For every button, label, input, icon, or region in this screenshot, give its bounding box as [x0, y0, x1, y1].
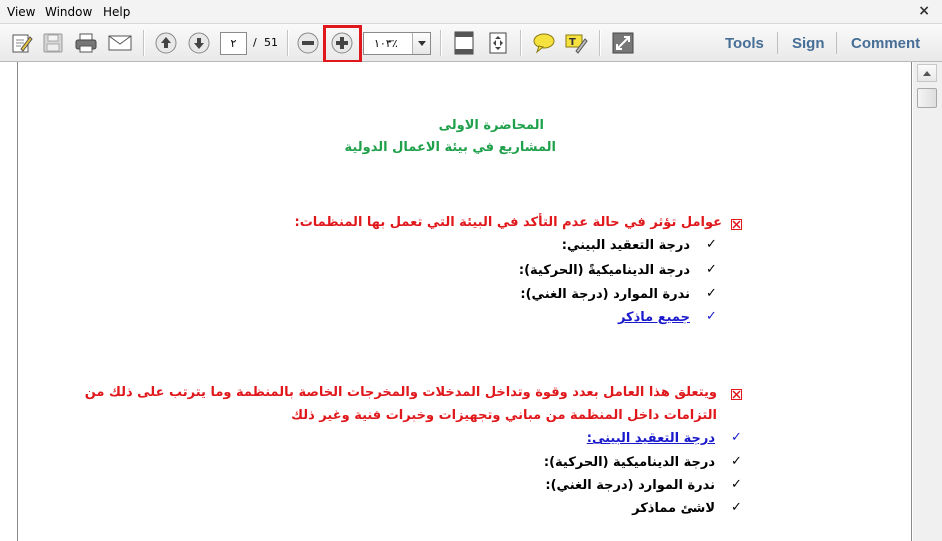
section2-heading-line1: ويتعلق هذا العامل بعدد وقوة وتداخل المدخ… — [84, 385, 717, 400]
menu-window[interactable]: Window — [45, 5, 92, 19]
print-icon[interactable] — [72, 29, 100, 57]
scroll-up-icon[interactable] — [917, 64, 937, 82]
vertical-scrollbar[interactable] — [913, 62, 942, 541]
section1-item: ندرة الموارد (درجة الغني): — [520, 287, 690, 302]
page-title: المحاضرة الاولى — [438, 118, 544, 133]
section2-item: لاشئ مماذكر — [632, 501, 715, 516]
check-icon: ✓ — [731, 500, 742, 515]
toolbar-separator — [143, 30, 144, 56]
toolbar-separator — [520, 30, 521, 56]
email-icon[interactable] — [106, 29, 134, 57]
menu-help[interactable]: Help — [103, 5, 130, 19]
page-total: 51 — [264, 36, 278, 49]
toolbar: ٢ / 51 ١٠٣٪ T Tools Sign Comment — [0, 24, 942, 62]
check-icon: ✓ — [731, 430, 742, 445]
section1-heading: عوامل تؤثر في حالة عدم التأكد في البيئة … — [294, 215, 722, 230]
check-icon: ✓ — [706, 309, 717, 324]
section2-item-link[interactable]: درجة التعقيد البينى: — [587, 431, 715, 446]
zoom-level-select[interactable]: ١٠٣٪ — [363, 32, 431, 55]
section2-item: ندرة الموارد (درجة الغني): — [545, 478, 715, 493]
chevron-down-icon[interactable] — [412, 33, 430, 54]
edit-icon[interactable] — [8, 29, 36, 57]
page-subtitle: المشاريع في بيئة الاعمال الدولية — [344, 140, 556, 155]
menu-view[interactable]: View — [7, 5, 35, 19]
fullscreen-icon[interactable] — [609, 29, 637, 57]
toolbar-separator — [836, 32, 837, 54]
save-icon[interactable] — [39, 29, 67, 57]
menu-bar: View Window Help × — [0, 0, 942, 24]
comment-button[interactable]: Comment — [851, 35, 920, 52]
bullet-box-icon — [731, 389, 742, 400]
highlight-text-icon[interactable]: T — [562, 29, 590, 57]
check-icon: ✓ — [706, 262, 717, 277]
toolbar-separator — [777, 32, 778, 54]
section1-item: درجة التعقيد البيني: — [561, 238, 690, 253]
page-separator: / — [253, 36, 257, 49]
section2-item: درجة الديناميكية (الحركية): — [543, 455, 715, 470]
section1-item-link[interactable]: جميع ماذكر — [618, 310, 690, 325]
close-document-button[interactable]: × — [918, 3, 930, 19]
page-up-icon[interactable] — [152, 29, 180, 57]
navigation-rail — [0, 62, 18, 541]
check-icon: ✓ — [731, 477, 742, 492]
section2-heading-line2: التزامات داخل المنظمة من مباني وتجهيزات … — [291, 408, 717, 423]
check-icon: ✓ — [706, 237, 717, 252]
svg-text:T: T — [569, 37, 576, 48]
zoom-in-highlight — [323, 25, 362, 63]
page-number-input[interactable]: ٢ — [220, 32, 247, 55]
toolbar-separator — [599, 30, 600, 56]
fit-page-icon[interactable] — [450, 29, 478, 57]
toolbar-separator — [287, 30, 288, 56]
tools-button[interactable]: Tools — [725, 35, 764, 52]
sticky-note-icon[interactable] — [530, 29, 558, 57]
zoom-out-icon[interactable] — [294, 29, 322, 57]
section1-item: درجة الديناميكيةً (الحركية): — [518, 263, 690, 278]
zoom-level-value: ١٠٣٪ — [374, 37, 398, 50]
check-icon: ✓ — [706, 286, 717, 301]
document-area: المحاضرة الاولى المشاريع في بيئة الاعمال… — [0, 62, 942, 541]
pdf-page: المحاضرة الاولى المشاريع في بيئة الاعمال… — [19, 62, 912, 541]
toolbar-separator — [440, 30, 441, 56]
bullet-box-icon — [731, 219, 742, 230]
scrollbar-thumb[interactable] — [917, 88, 937, 108]
check-icon: ✓ — [731, 454, 742, 469]
page-down-icon[interactable] — [185, 29, 213, 57]
sign-button[interactable]: Sign — [792, 35, 825, 52]
fit-width-icon[interactable] — [484, 29, 512, 57]
